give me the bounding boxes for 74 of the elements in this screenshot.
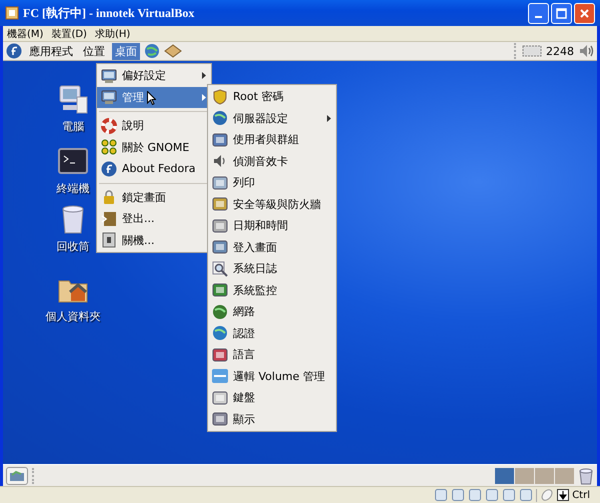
submenu-arrow-icon [202,94,206,101]
menu-item[interactable]: 鍵盤 [208,387,336,408]
maximize-button[interactable] [551,2,572,24]
globe-icon [212,325,228,342]
panel-menu[interactable]: 桌面 [112,42,140,60]
desktop-icon-label[interactable]: 電腦 [62,119,84,134]
app-icon [5,6,19,20]
menu-item[interactable]: About Fedora [97,158,211,180]
shield-icon [212,88,228,105]
stars-icon [101,139,117,156]
door-icon [101,210,117,227]
desktop-icon-label[interactable]: 個人資料夾 [46,309,100,324]
fedora-logo-icon[interactable] [6,43,22,59]
menu-item[interactable]: 關機... [97,230,211,251]
desktop-icon-label[interactable]: 回收筒 [56,239,90,254]
desktop-icon-label[interactable]: 終端機 [56,181,90,196]
menu-item[interactable]: 使用者與群組 [208,129,336,150]
menu-item[interactable]: 安全等級與防火牆 [208,194,336,215]
globe-icon [212,110,228,126]
menu-item[interactable]: 日期和時間 [208,215,336,236]
menu-item[interactable]: 網路 [208,301,336,322]
minimize-icon [535,16,542,18]
menu-item[interactable]: 關於 GNOME [97,136,211,158]
show-desktop-button[interactable] [6,466,28,484]
menu-item[interactable]: 列印 [208,172,336,194]
menu-item[interactable]: 顯示 [208,408,336,430]
lifebuoy-icon [101,118,117,134]
menu-item[interactable]: Root 密碼 [208,86,336,108]
magnifier-icon [212,260,228,277]
menu-item[interactable]: 邏輯 Volume 管理 [208,366,336,387]
menu-item[interactable]: 系統日誌 [208,258,336,280]
menu-item[interactable]: 登入畫面 [208,236,336,258]
globe-icon[interactable] [144,43,160,59]
workspace-cell[interactable] [515,468,534,484]
panel-menu[interactable]: 位置 [80,42,108,60]
mouse-pointer-icon [147,90,156,104]
bar-icon [212,368,228,384]
padlock-icon [101,189,117,206]
menu-item[interactable]: 偏好設定 [97,65,211,86]
close-button[interactable] [574,2,595,24]
speaker-icon[interactable] [578,43,594,59]
host-key-label: Ctrl [572,490,590,500]
desktop-icon [9,470,25,482]
panel-menu[interactable]: 應用程式 [26,42,76,60]
trash-icon[interactable] [578,466,594,484]
submenu-arrow-icon [202,72,206,80]
menu-item[interactable]: 登出... [97,208,211,230]
clock[interactable]: 2248 [546,44,574,58]
monitor-icon [101,89,117,106]
menu-item[interactable]: 偵測音效卡 [208,150,336,172]
down-arrow-icon[interactable] [557,489,570,501]
menu-item[interactable]: 系統監控 [208,280,336,301]
workspace-cell[interactable] [555,468,574,484]
power-icon [101,232,117,248]
maximize-icon [556,8,567,18]
menu-bar-item[interactable]: 機器(M) [7,26,44,40]
workspace-cell[interactable] [495,468,514,484]
terminal-icon[interactable] [57,145,89,177]
minimize-button[interactable] [528,2,549,24]
menu-item[interactable]: 語言 [208,344,336,366]
monitor-icon [212,282,228,298]
close-icon [579,8,590,18]
menu-item[interactable]: 認證 [208,322,336,344]
window-title: FC [執行中] - innotek VirtualBox [23,4,194,22]
menu-bar-item[interactable]: 裝置(D) [51,26,87,40]
menu-bar-item[interactable]: 求助(H) [94,26,130,40]
preferences-icon [101,68,117,84]
menu-item[interactable]: 伺服器設定 [208,108,336,129]
menu-item[interactable]: 說明 [97,115,211,136]
workspace-cell[interactable] [535,468,554,484]
fedora-logo-icon [101,160,117,177]
computer-icon[interactable] [57,83,89,115]
menu-item[interactable]: 鎖定畫面 [97,186,211,208]
submenu-arrow-icon [327,114,331,122]
